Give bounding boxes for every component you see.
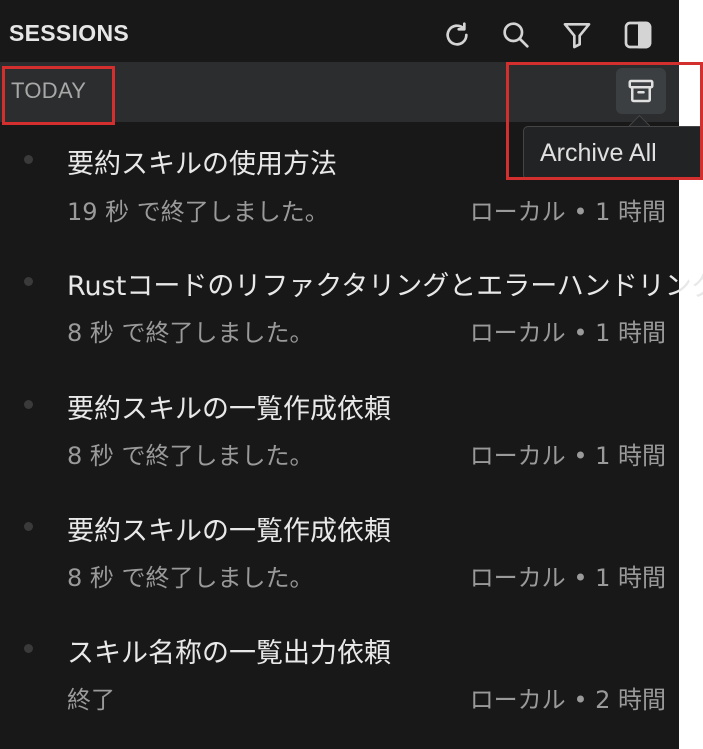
session-title: スキル名称の一覧出力依頼 xyxy=(67,638,391,669)
session-status: 8 秒 で終了しました。 xyxy=(67,442,314,470)
status-dot xyxy=(24,155,33,164)
archive-icon xyxy=(628,79,654,103)
toggle-panel-icon[interactable] xyxy=(620,17,656,53)
search-icon[interactable] xyxy=(498,17,534,53)
section-label: TODAY xyxy=(11,78,87,103)
status-dot xyxy=(24,277,33,286)
session-meta: ローカル • 1 時間 xyxy=(469,442,666,470)
session-status: 19 秒 で終了しました。 xyxy=(67,198,329,226)
session-meta: ローカル • 1 時間 xyxy=(469,198,666,226)
session-item[interactable]: 要約スキルの一覧作成依頼 8 秒 で終了しました。 ローカル • 1 時間 xyxy=(0,368,679,488)
session-meta: ローカル • 2 時間 xyxy=(469,686,666,714)
session-title: 要約スキルの一覧作成依頼 xyxy=(67,394,391,425)
sessions-panel: SESSIONS TODAY 要約スキルの使用方法 19 秒 で終了しました。 … xyxy=(0,0,703,749)
session-title: 要約スキルの使用方法 xyxy=(67,149,337,180)
archive-all-button[interactable] xyxy=(616,68,666,114)
session-status: 8 秒 で終了しました。 xyxy=(67,564,314,592)
session-title: Rustコードのリファクタリングとエラーハンドリング xyxy=(67,271,703,302)
archive-all-tooltip: Archive All xyxy=(523,126,703,180)
session-item[interactable]: 要約スキルの一覧作成依頼 8 秒 で終了しました。 ローカル • 1 時間 xyxy=(0,490,679,610)
filter-icon[interactable] xyxy=(559,17,595,53)
session-status: 8 秒 で終了しました。 xyxy=(67,319,314,347)
session-meta: ローカル • 1 時間 xyxy=(469,564,666,592)
status-dot xyxy=(24,522,33,531)
panel-title: SESSIONS xyxy=(9,20,129,46)
session-title: 要約スキルの一覧作成依頼 xyxy=(67,516,391,547)
panel-header: SESSIONS xyxy=(0,0,679,62)
status-dot xyxy=(24,400,33,409)
session-meta: ローカル • 1 時間 xyxy=(469,319,666,347)
refresh-icon[interactable] xyxy=(439,17,475,53)
session-status: 終了 xyxy=(67,686,115,714)
session-item[interactable]: Rustコードのリファクタリングとエラーハンドリング 8 秒 で終了しました。 … xyxy=(0,245,703,365)
status-dot xyxy=(24,644,33,653)
section-today: TODAY xyxy=(0,62,679,122)
session-item[interactable]: スキル名称の一覧出力依頼 終了 ローカル • 2 時間 xyxy=(0,612,679,732)
